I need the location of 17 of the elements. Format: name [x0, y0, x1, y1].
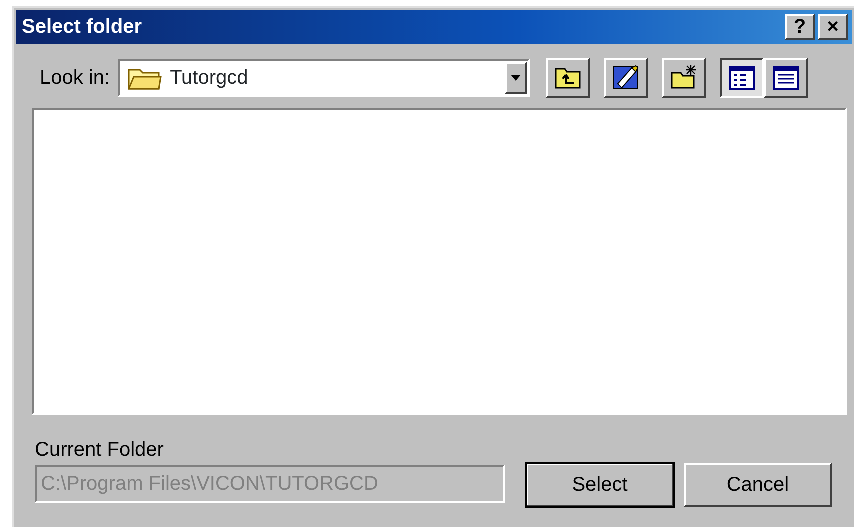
pencil-icon — [612, 64, 640, 92]
details-view-icon — [772, 64, 800, 92]
new-folder-button[interactable] — [662, 58, 706, 98]
dialog-button[interactable]: Cancel — [684, 463, 832, 507]
up-folder-button[interactable] — [546, 58, 590, 98]
caption-button[interactable]: × — [818, 14, 848, 40]
look-in-dropdown[interactable]: Tutorgcd — [118, 59, 530, 97]
look-in-label: Look in: — [40, 66, 110, 91]
window-title: Select folder — [22, 15, 144, 40]
caption-button[interactable]: ? — [785, 14, 815, 40]
details-view-button[interactable] — [764, 58, 808, 98]
list-view-icon — [728, 64, 756, 92]
list-view-button[interactable] — [720, 58, 764, 98]
current-folder-label: Current Folder — [35, 438, 165, 463]
dialog-button[interactable]: Select — [526, 463, 674, 507]
pencil-button[interactable] — [604, 58, 648, 98]
new-folder-icon — [670, 64, 698, 92]
